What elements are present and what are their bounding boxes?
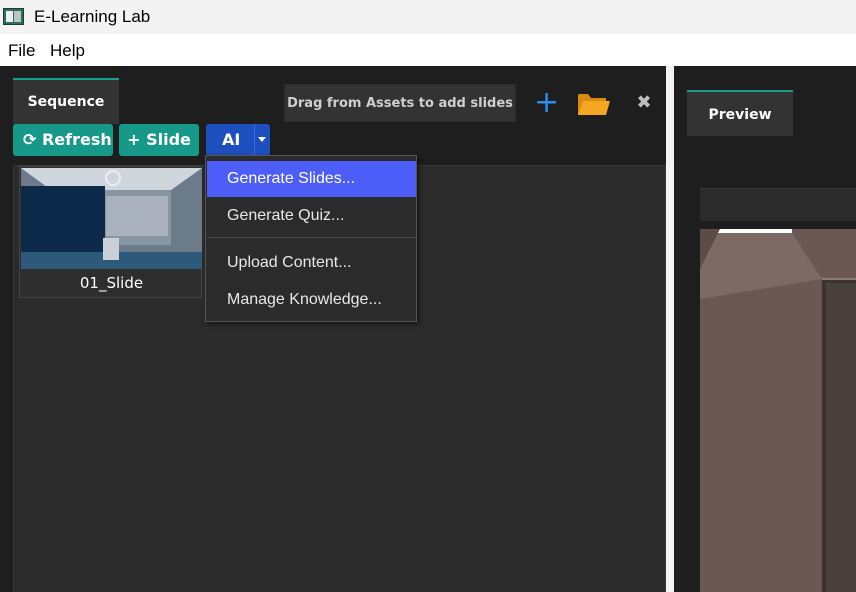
slide-label: 01_Slide	[79, 274, 144, 292]
menu-generate-quiz[interactable]: Generate Quiz...	[207, 198, 416, 234]
window-title: E-Learning Lab	[34, 7, 151, 26]
ai-button[interactable]: AI	[206, 124, 270, 156]
title-bar: E-Learning Lab	[0, 0, 856, 34]
preview-viewport[interactable]	[700, 229, 856, 592]
plus-icon[interactable]: +	[534, 88, 559, 118]
menu-upload-content[interactable]: Upload Content...	[207, 245, 416, 281]
ai-dropdown-menu: Generate Slides... Generate Quiz... Uplo…	[205, 155, 417, 322]
menu-bar: File Help	[0, 34, 856, 66]
menu-help[interactable]: Help	[50, 41, 85, 61]
caret-down-icon	[258, 137, 266, 142]
menu-separator	[207, 237, 416, 238]
preview-toolbar	[700, 188, 856, 221]
menu-manage-knowledge[interactable]: Manage Knowledge...	[207, 282, 416, 318]
ai-label: AI	[222, 130, 241, 149]
folder-icon[interactable]	[577, 90, 610, 117]
slide-thumbnail[interactable]: 01_Slide	[19, 166, 202, 298]
refresh-label: Refresh	[41, 130, 112, 149]
close-icon[interactable]: ✖	[634, 90, 654, 116]
refresh-icon: ⟳	[23, 130, 37, 149]
drag-hint: Drag from Assets to add slides	[284, 84, 516, 122]
panel-splitter[interactable]	[666, 66, 674, 592]
ai-dropdown-toggle[interactable]	[254, 124, 270, 156]
slide-preview-image	[21, 168, 202, 269]
menu-file[interactable]: File	[8, 41, 35, 61]
refresh-button[interactable]: ⟳ Refresh	[13, 124, 113, 156]
menu-generate-slides[interactable]: Generate Slides...	[207, 161, 416, 197]
app-icon	[3, 8, 24, 25]
add-slide-button[interactable]: + Slide	[119, 124, 199, 156]
tab-preview[interactable]: Preview	[687, 90, 793, 136]
tab-sequence[interactable]: Sequence	[13, 78, 119, 124]
